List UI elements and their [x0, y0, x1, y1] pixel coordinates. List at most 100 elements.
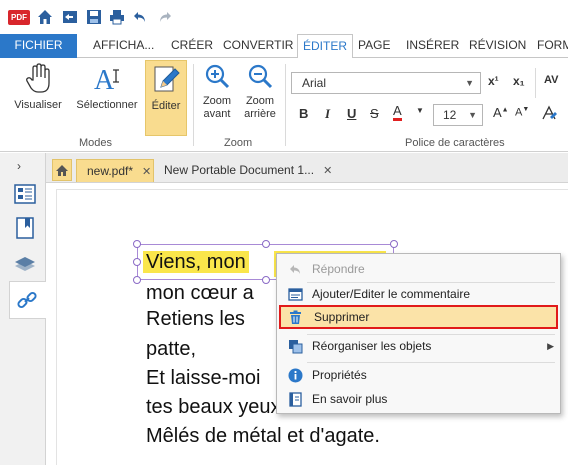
tab-revision[interactable]: RÉVISION [469, 34, 526, 58]
italic-icon[interactable]: I [325, 106, 330, 122]
open-folder-icon[interactable] [61, 8, 79, 26]
arrange-objects-icon [289, 340, 303, 354]
save-icon[interactable] [85, 8, 103, 26]
app-logo: PDF [8, 10, 30, 25]
zoom-out-button[interactable]: Zoom arrière [240, 62, 280, 121]
tab-affichage[interactable]: AFFICHA... [93, 34, 154, 58]
print-icon[interactable] [108, 8, 126, 26]
comment-edit-icon [288, 288, 303, 301]
increase-font-icon[interactable]: A▲ [493, 105, 509, 120]
menu-item-label: Répondre [312, 262, 365, 276]
redo-icon[interactable] [155, 8, 173, 26]
zoom-out-icon [248, 64, 273, 89]
superscript-button[interactable]: x¹ [488, 74, 499, 88]
menu-item-proprietes[interactable]: Propriétés [279, 363, 558, 387]
document-tab-label: New Portable Document 1... [164, 163, 315, 177]
info-icon [288, 368, 303, 383]
document-tab-new-pdf[interactable]: new.pdf* ✕ [76, 159, 154, 182]
doc-text-line-7: Mêlés de métal et d'agate. [146, 425, 380, 447]
font-color-button[interactable]: A [393, 104, 402, 121]
group-separator [285, 64, 286, 146]
resize-handle[interactable] [133, 276, 141, 284]
chevron-down-icon: ▼ [465, 78, 474, 88]
tab-inserer[interactable]: INSÉRER [406, 34, 459, 58]
thumbnails-icon[interactable] [12, 181, 38, 207]
document-tab-portable[interactable]: New Portable Document 1... ✕ [154, 159, 334, 182]
menu-item-ajouter-commentaire[interactable]: Ajouter/Editer le commentaire [279, 282, 558, 306]
menu-item-label: Réorganiser les objets [312, 339, 432, 353]
font-size-select[interactable]: 12 ▼ [433, 104, 483, 126]
close-icon[interactable]: ✕ [142, 166, 151, 178]
hand-icon [26, 63, 50, 93]
font-color-icon: A [393, 104, 402, 121]
clear-format-icon[interactable] [541, 105, 557, 121]
tab-page[interactable]: PAGE [358, 34, 390, 58]
home-icon [56, 165, 68, 176]
links-tab[interactable] [9, 281, 46, 319]
menu-item-supprimer[interactable]: Supprimer [279, 305, 558, 329]
chevron-right-icon[interactable]: › [17, 159, 21, 173]
selectionner-label: Sélectionner [76, 99, 138, 111]
group-separator [535, 68, 536, 98]
menu-item-label: Supprimer [314, 310, 370, 324]
font-color-dropdown-icon[interactable]: ▼ [416, 106, 424, 115]
home-tab[interactable] [52, 159, 72, 181]
quick-access-toolbar: PDF [0, 0, 568, 34]
underline-icon[interactable]: U [347, 106, 356, 121]
zoom-out-label-2: arrière [244, 108, 276, 120]
ribbon-tab-bar: FICHIER AFFICHA... CRÉER CONVERTIR ÉDITE… [0, 34, 568, 59]
zoom-in-label-2: avant [203, 108, 231, 120]
doc-text-line-3: Retiens les [146, 308, 245, 330]
home-icon[interactable] [36, 8, 54, 26]
zoom-in-icon [205, 64, 230, 89]
menu-item-label: En savoir plus [312, 392, 388, 406]
font-family-select[interactable]: Arial ▼ [291, 72, 481, 94]
decrease-font-icon[interactable]: A▼ [515, 106, 529, 119]
tab-fichier[interactable]: FICHIER [0, 34, 77, 58]
chevron-down-icon: ▼ [468, 110, 477, 120]
zoom-in-label-1: Zoom [202, 95, 232, 107]
subscript-button[interactable]: x₁ [513, 74, 525, 88]
selectionner-button[interactable]: A Sélectionner [73, 62, 141, 112]
char-spacing-button[interactable]: AV [544, 74, 558, 86]
resize-handle[interactable] [133, 258, 141, 266]
edit-pencil-icon [154, 66, 180, 92]
group-separator [193, 64, 194, 146]
editer-button[interactable]: Éditer [145, 60, 187, 136]
tab-editer[interactable]: ÉDITER [297, 34, 354, 59]
resize-handle[interactable] [262, 240, 270, 248]
menu-item-reorganiser[interactable]: Réorganiser les objets ▶ [279, 334, 558, 358]
menu-item-en-savoir-plus[interactable]: En savoir plus [279, 387, 558, 411]
bold-icon[interactable]: B [299, 106, 308, 121]
ribbon-panel: Visualiser A Sélectionner Éditer Modes Z… [0, 58, 568, 152]
bookmark-icon[interactable] [12, 215, 38, 241]
strikethrough-icon[interactable]: S [370, 106, 379, 121]
menu-item-label: Propriétés [312, 368, 367, 382]
help-book-icon [289, 392, 302, 407]
resize-handle[interactable] [262, 276, 270, 284]
menu-item-repondre[interactable]: Répondre [279, 257, 558, 281]
undo-icon[interactable] [132, 8, 150, 26]
resize-handle[interactable] [390, 240, 398, 248]
text-select-icon: A [94, 65, 119, 96]
visualiser-label: Visualiser [14, 99, 62, 111]
zoom-in-button[interactable]: Zoom avant [197, 62, 237, 121]
close-icon[interactable]: ✕ [323, 165, 332, 177]
tab-creer[interactable]: CRÉER [171, 34, 213, 58]
doc-text-line-5: Et laisse-moi [146, 367, 261, 389]
visualiser-button[interactable]: Visualiser [11, 62, 65, 112]
tab-convertir[interactable]: CONVERTIR [223, 34, 293, 58]
modes-group-label: Modes [79, 137, 113, 149]
reply-icon [290, 265, 300, 274]
font-size-value: 12 [443, 108, 457, 122]
document-tab-bar: new.pdf* ✕ New Portable Document 1... ✕ [46, 153, 568, 183]
navigation-panel: › [0, 153, 46, 465]
document-tab-label: new.pdf* [87, 164, 134, 178]
zoom-group-label: Zoom [224, 137, 253, 149]
trash-icon [290, 310, 301, 324]
layers-icon[interactable] [12, 251, 38, 277]
font-group-label: Police de caractères [405, 137, 505, 149]
doc-text-line-6: tes beaux yeux [146, 396, 281, 418]
resize-handle[interactable] [133, 240, 141, 248]
tab-formulaire[interactable]: FORM [537, 34, 568, 58]
